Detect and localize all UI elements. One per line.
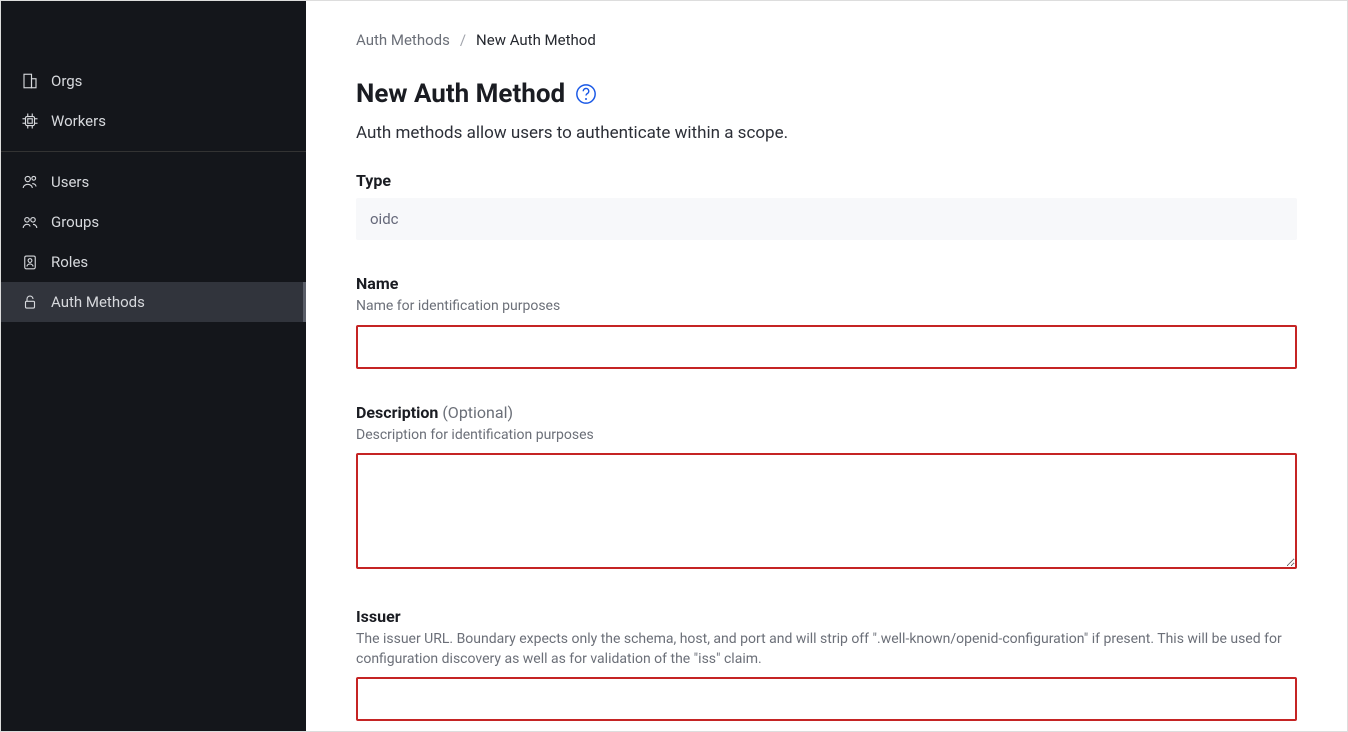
issuer-input[interactable] <box>356 677 1297 721</box>
sidebar-item-users[interactable]: Users <box>1 162 306 202</box>
issuer-help: The issuer URL. Boundary expects only th… <box>356 630 1297 669</box>
breadcrumb-current: New Auth Method <box>476 31 596 49</box>
building-icon <box>21 72 39 90</box>
sidebar-group-global: Orgs Workers <box>1 61 306 141</box>
sidebar-item-label: Orgs <box>51 72 82 90</box>
name-input[interactable] <box>356 325 1297 369</box>
users-icon <box>21 173 39 191</box>
name-label: Name <box>356 274 1297 293</box>
page-title-row: New Auth Method <box>356 79 1297 109</box>
field-description: Description (Optional) Description for i… <box>356 403 1297 574</box>
name-help: Name for identification purposes <box>356 297 1297 317</box>
sidebar-item-label: Groups <box>51 213 99 231</box>
description-label: Description (Optional) <box>356 403 1297 422</box>
type-label: Type <box>356 171 1297 190</box>
description-label-text: Description <box>356 403 438 422</box>
description-input[interactable] <box>356 453 1297 569</box>
sidebar-item-label: Workers <box>51 112 106 130</box>
sidebar-item-workers[interactable]: Workers <box>1 101 306 141</box>
sidebar: Orgs Workers Users Groups Roles <box>1 1 306 731</box>
description-help: Description for identification purposes <box>356 426 1297 446</box>
sidebar-item-roles[interactable]: Roles <box>1 242 306 282</box>
group-icon <box>21 213 39 231</box>
main-content: Auth Methods / New Auth Method New Auth … <box>306 1 1347 731</box>
breadcrumb-separator: / <box>460 31 466 49</box>
cpu-icon <box>21 112 39 130</box>
sidebar-item-orgs[interactable]: Orgs <box>1 61 306 101</box>
lock-icon <box>21 293 39 311</box>
issuer-label: Issuer <box>356 607 1297 626</box>
help-icon[interactable] <box>575 83 597 105</box>
sidebar-item-groups[interactable]: Groups <box>1 202 306 242</box>
type-value: oidc <box>356 198 1297 240</box>
sidebar-divider <box>1 151 306 152</box>
page-subtitle: Auth methods allow users to authenticate… <box>356 123 1297 143</box>
field-name: Name Name for identification purposes <box>356 274 1297 369</box>
breadcrumb-parent[interactable]: Auth Methods <box>356 31 450 49</box>
sidebar-group-iam: Users Groups Roles Auth Methods <box>1 162 306 322</box>
field-type: Type oidc <box>356 171 1297 240</box>
page-title: New Auth Method <box>356 79 565 109</box>
sidebar-item-label: Users <box>51 173 89 191</box>
sidebar-item-label: Roles <box>51 253 88 271</box>
id-badge-icon <box>21 253 39 271</box>
sidebar-item-label: Auth Methods <box>51 293 145 311</box>
field-issuer: Issuer The issuer URL. Boundary expects … <box>356 607 1297 721</box>
description-optional: (Optional) <box>442 403 513 422</box>
breadcrumb: Auth Methods / New Auth Method <box>356 31 1297 49</box>
sidebar-item-auth-methods[interactable]: Auth Methods <box>1 282 306 322</box>
